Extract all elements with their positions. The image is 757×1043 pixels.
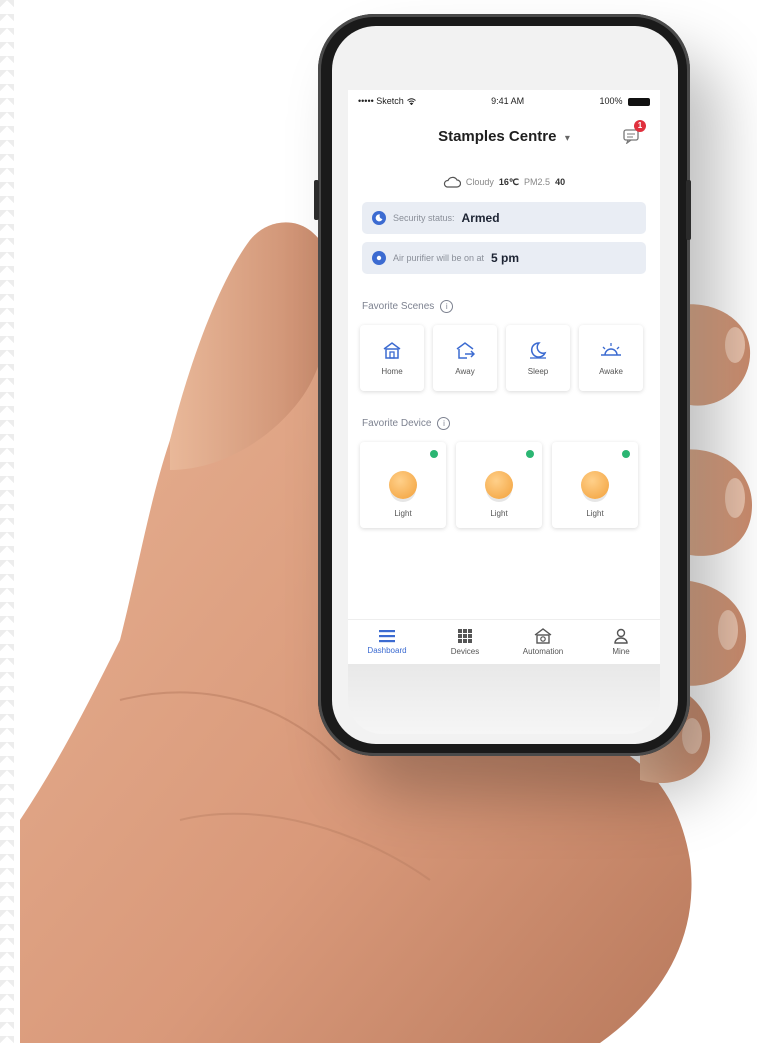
phone-home-area xyxy=(348,664,660,734)
grid-icon xyxy=(458,629,472,643)
info-dot-icon xyxy=(372,251,386,265)
wifi-icon xyxy=(406,97,416,105)
online-status-dot xyxy=(430,450,438,458)
air-purifier-card[interactable]: Air purifier will be on at 5 pm xyxy=(362,242,646,274)
pm-value: 40 xyxy=(555,177,566,187)
info-icon[interactable]: i xyxy=(437,417,451,430)
light-bulb-icon xyxy=(389,471,417,499)
favorite-devices-title: Favorite Device xyxy=(362,418,432,429)
scene-label: Awake xyxy=(599,366,623,376)
header: Stamples Centre ▾ 1 xyxy=(348,112,660,162)
scene-sleep[interactable]: Sleep xyxy=(506,325,570,391)
tab-devices[interactable]: Devices xyxy=(430,628,500,656)
favorite-scenes-heading: Favorite Scenes i xyxy=(362,300,646,313)
scene-away[interactable]: Away xyxy=(433,325,497,391)
cloud-icon xyxy=(443,176,461,188)
scene-label: Home xyxy=(381,366,403,376)
automation-icon xyxy=(534,628,552,644)
favorite-devices-heading: Favorite Device i xyxy=(362,417,646,430)
light-bulb-icon xyxy=(581,471,609,499)
light-bulb-icon xyxy=(485,471,513,499)
tab-mine[interactable]: Mine xyxy=(586,628,656,656)
moon-icon xyxy=(372,211,386,225)
device-card[interactable]: Light xyxy=(456,442,542,528)
site-selector[interactable]: Stamples Centre ▾ xyxy=(438,128,570,146)
sleep-icon xyxy=(530,341,547,359)
tab-bar: Dashboard Devices Automation Mine xyxy=(348,619,660,664)
purifier-time: 5 pm xyxy=(491,251,520,265)
messages-button[interactable]: 1 xyxy=(622,120,646,145)
device-list: Light Light Light xyxy=(348,442,660,528)
menu-icon xyxy=(379,630,395,643)
weather-condition: Cloudy xyxy=(465,177,494,187)
online-status-dot xyxy=(622,450,630,458)
security-value: Armed xyxy=(461,211,500,225)
home-icon xyxy=(383,341,401,359)
carrier-label: ••••• Sketch xyxy=(358,96,404,106)
tab-label: Mine xyxy=(612,647,630,656)
device-card[interactable]: Light xyxy=(552,442,638,528)
tab-label: Devices xyxy=(450,647,480,656)
info-icon[interactable]: i xyxy=(440,300,454,313)
device-label: Light xyxy=(490,509,508,518)
scene-label: Away xyxy=(455,366,475,376)
tab-dashboard[interactable]: Dashboard xyxy=(352,629,422,655)
clock-label: 9:41 AM xyxy=(491,96,525,106)
tab-label: Dashboard xyxy=(367,646,407,655)
carrier-group: ••••• Sketch xyxy=(358,96,416,106)
purifier-label: Air purifier will be on at xyxy=(393,253,485,263)
scene-awake[interactable]: Awake xyxy=(579,325,643,391)
status-bar: ••••• Sketch 9:41 AM 100% xyxy=(348,90,660,112)
site-title: Stamples Centre xyxy=(438,128,557,145)
security-status-card[interactable]: Security status: Armed xyxy=(362,202,646,234)
away-icon xyxy=(456,341,475,359)
tab-label: Automation xyxy=(522,647,564,656)
user-icon xyxy=(614,628,628,644)
weather-bar: Cloudy 16℃ PM2.5 40 xyxy=(348,162,660,202)
scene-label: Sleep xyxy=(527,366,549,376)
volume-button xyxy=(314,180,319,220)
pm-label: PM2.5 xyxy=(524,177,551,187)
online-status-dot xyxy=(526,450,534,458)
chevron-down-icon: ▾ xyxy=(564,133,570,144)
app-screen: ••••• Sketch 9:41 AM 100% Stamples Centr… xyxy=(348,90,660,664)
device-label: Light xyxy=(586,509,604,518)
battery-icon xyxy=(627,97,650,106)
notification-badge: 1 xyxy=(634,120,646,132)
battery-group: 100% xyxy=(599,96,650,106)
device-label: Light xyxy=(394,509,412,518)
tab-automation[interactable]: Automation xyxy=(508,628,578,656)
scene-list: Home Away Sleep Awake xyxy=(348,325,660,391)
weather-temperature: 16℃ xyxy=(498,176,520,187)
security-label: Security status: xyxy=(393,213,455,223)
scene-home[interactable]: Home xyxy=(360,325,424,391)
side-button xyxy=(686,180,691,240)
device-card[interactable]: Light xyxy=(360,442,446,528)
battery-label: 100% xyxy=(599,96,623,106)
favorite-scenes-title: Favorite Scenes xyxy=(362,301,435,312)
sunrise-icon xyxy=(601,342,621,356)
